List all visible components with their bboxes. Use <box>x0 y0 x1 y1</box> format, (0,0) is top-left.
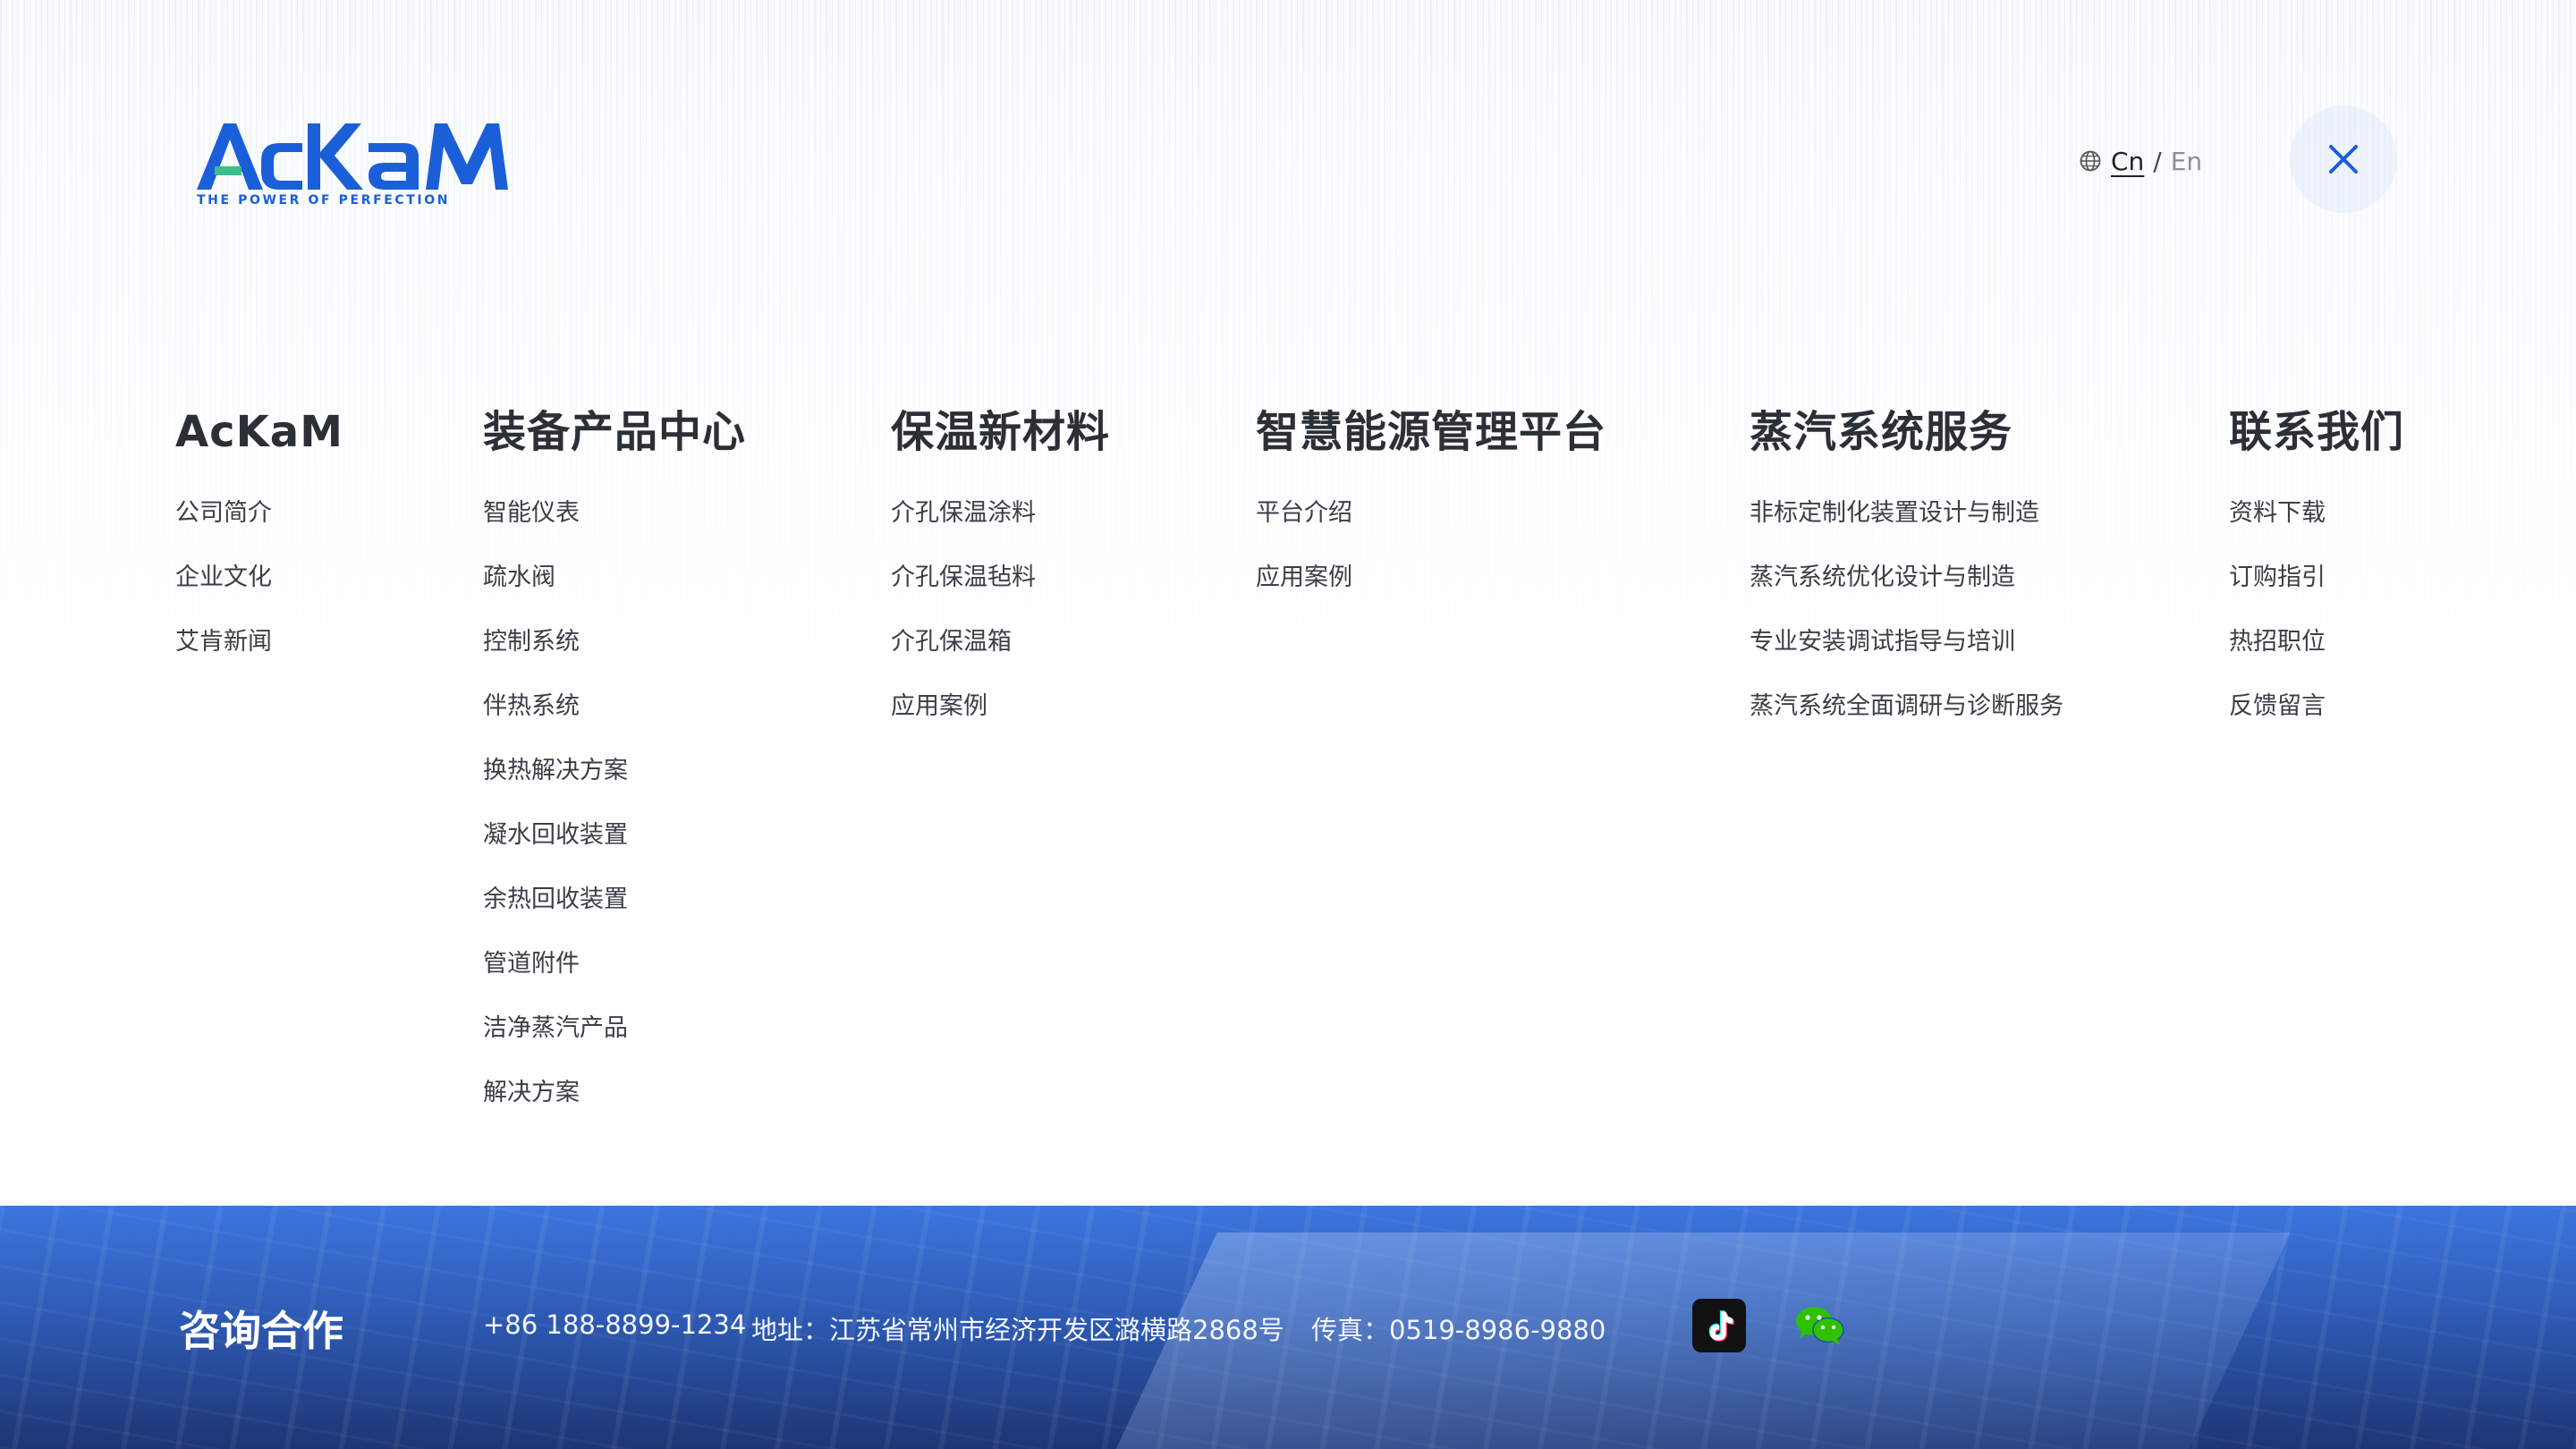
lang-en-link[interactable]: En <box>2171 147 2202 176</box>
menu-link[interactable]: 蒸汽系统全面调研与诊断服务 <box>1750 674 2063 739</box>
menu-link[interactable]: 管道附件 <box>483 932 746 996</box>
close-icon <box>2329 145 2358 174</box>
menu-column-steam-services: 蒸汽系统服务 非标定制化装置设计与制造 蒸汽系统优化设计与制造 专业安装调试指导… <box>1750 401 2063 739</box>
footer-address: 地址：江苏省常州市经济开发区潞横路2868号 <box>751 1315 1284 1345</box>
menu-column-ackam: AcKaM 公司简介 企业文化 艾肯新闻 <box>175 401 343 674</box>
lang-separator: / <box>2153 146 2162 176</box>
menu-column-title[interactable]: 智慧能源管理平台 <box>1256 401 1606 463</box>
menu-column-insulation: 保温新材料 介孔保温涂料 介孔保温毡料 介孔保温箱 应用案例 <box>891 401 1110 739</box>
menu-link[interactable]: 洁净蒸汽产品 <box>483 996 746 1061</box>
menu-link[interactable]: 专业安装调试指导与培训 <box>1750 610 2063 674</box>
logo-tagline: THE POWER OF PERFECTION <box>197 193 450 206</box>
menu-link[interactable]: 订购指引 <box>2229 546 2404 610</box>
tiktok-icon[interactable] <box>1692 1299 1746 1352</box>
menu-link[interactable]: 热招职位 <box>2229 610 2404 674</box>
menu-link[interactable]: 介孔保温箱 <box>891 610 1110 674</box>
menu-link[interactable]: 换热解决方案 <box>483 739 746 803</box>
menu-column-title[interactable]: 装备产品中心 <box>483 401 746 463</box>
menu-link[interactable]: 企业文化 <box>175 546 343 610</box>
menu-link[interactable]: 艾肯新闻 <box>175 610 343 674</box>
menu-link[interactable]: 余热回收装置 <box>483 868 746 932</box>
wechat-icon[interactable] <box>1792 1299 1846 1352</box>
contact-footer: 咨询合作 +86 188-8899-1234 地址：江苏省常州市经济开发区潞横路… <box>0 1206 2576 1449</box>
lang-cn-link[interactable]: Cn <box>2111 147 2144 176</box>
menu-column-energy-platform: 智慧能源管理平台 平台介绍 应用案例 <box>1256 401 1606 610</box>
menu-link[interactable]: 应用案例 <box>891 674 1110 739</box>
menu-link[interactable]: 智能仪表 <box>483 481 746 546</box>
globe-icon <box>2079 149 2102 173</box>
menu-link[interactable]: 凝水回收装置 <box>483 803 746 868</box>
footer-phone[interactable]: +86 188-8899-1234 <box>483 1309 746 1340</box>
brand-logo[interactable]: THE POWER OF PERFECTION <box>193 116 524 206</box>
menu-column-contact: 联系我们 资料下载 订购指引 热招职位 反馈留言 <box>2229 401 2404 739</box>
footer-title: 咨询合作 <box>179 1307 343 1355</box>
menu-column-title[interactable]: 蒸汽系统服务 <box>1750 401 2063 463</box>
menu-link[interactable]: 伴热系统 <box>483 674 746 739</box>
menu-link[interactable]: 蒸汽系统优化设计与制造 <box>1750 546 2063 610</box>
menu-link[interactable]: 反馈留言 <box>2229 674 2404 739</box>
menu-link[interactable]: 介孔保温毡料 <box>891 546 1110 610</box>
menu-column-title[interactable]: AcKaM <box>175 401 343 463</box>
footer-fax: 传真：0519-8986-9880 <box>1311 1315 1606 1345</box>
menu-link[interactable]: 非标定制化装置设计与制造 <box>1750 481 2063 546</box>
menu-column-title[interactable]: 保温新材料 <box>891 401 1110 463</box>
menu-column-title[interactable]: 联系我们 <box>2229 401 2404 463</box>
menu-link[interactable]: 资料下载 <box>2229 481 2404 546</box>
menu-column-products: 装备产品中心 智能仪表 疏水阀 控制系统 伴热系统 换热解决方案 凝水回收装置 … <box>483 401 746 1125</box>
menu-overlay-page: THE POWER OF PERFECTION Cn / En AcKaM 公司… <box>0 0 2576 1449</box>
menu-link[interactable]: 解决方案 <box>483 1061 746 1125</box>
menu-link[interactable]: 疏水阀 <box>483 546 746 610</box>
menu-link[interactable]: 介孔保温涂料 <box>891 481 1110 546</box>
menu-link[interactable]: 平台介绍 <box>1256 481 1606 546</box>
menu-link[interactable]: 公司简介 <box>175 481 343 546</box>
language-switcher: Cn / En <box>2079 143 2202 179</box>
menu-link[interactable]: 应用案例 <box>1256 546 1606 610</box>
close-menu-button[interactable] <box>2290 106 2397 213</box>
menu-link[interactable]: 控制系统 <box>483 610 746 674</box>
